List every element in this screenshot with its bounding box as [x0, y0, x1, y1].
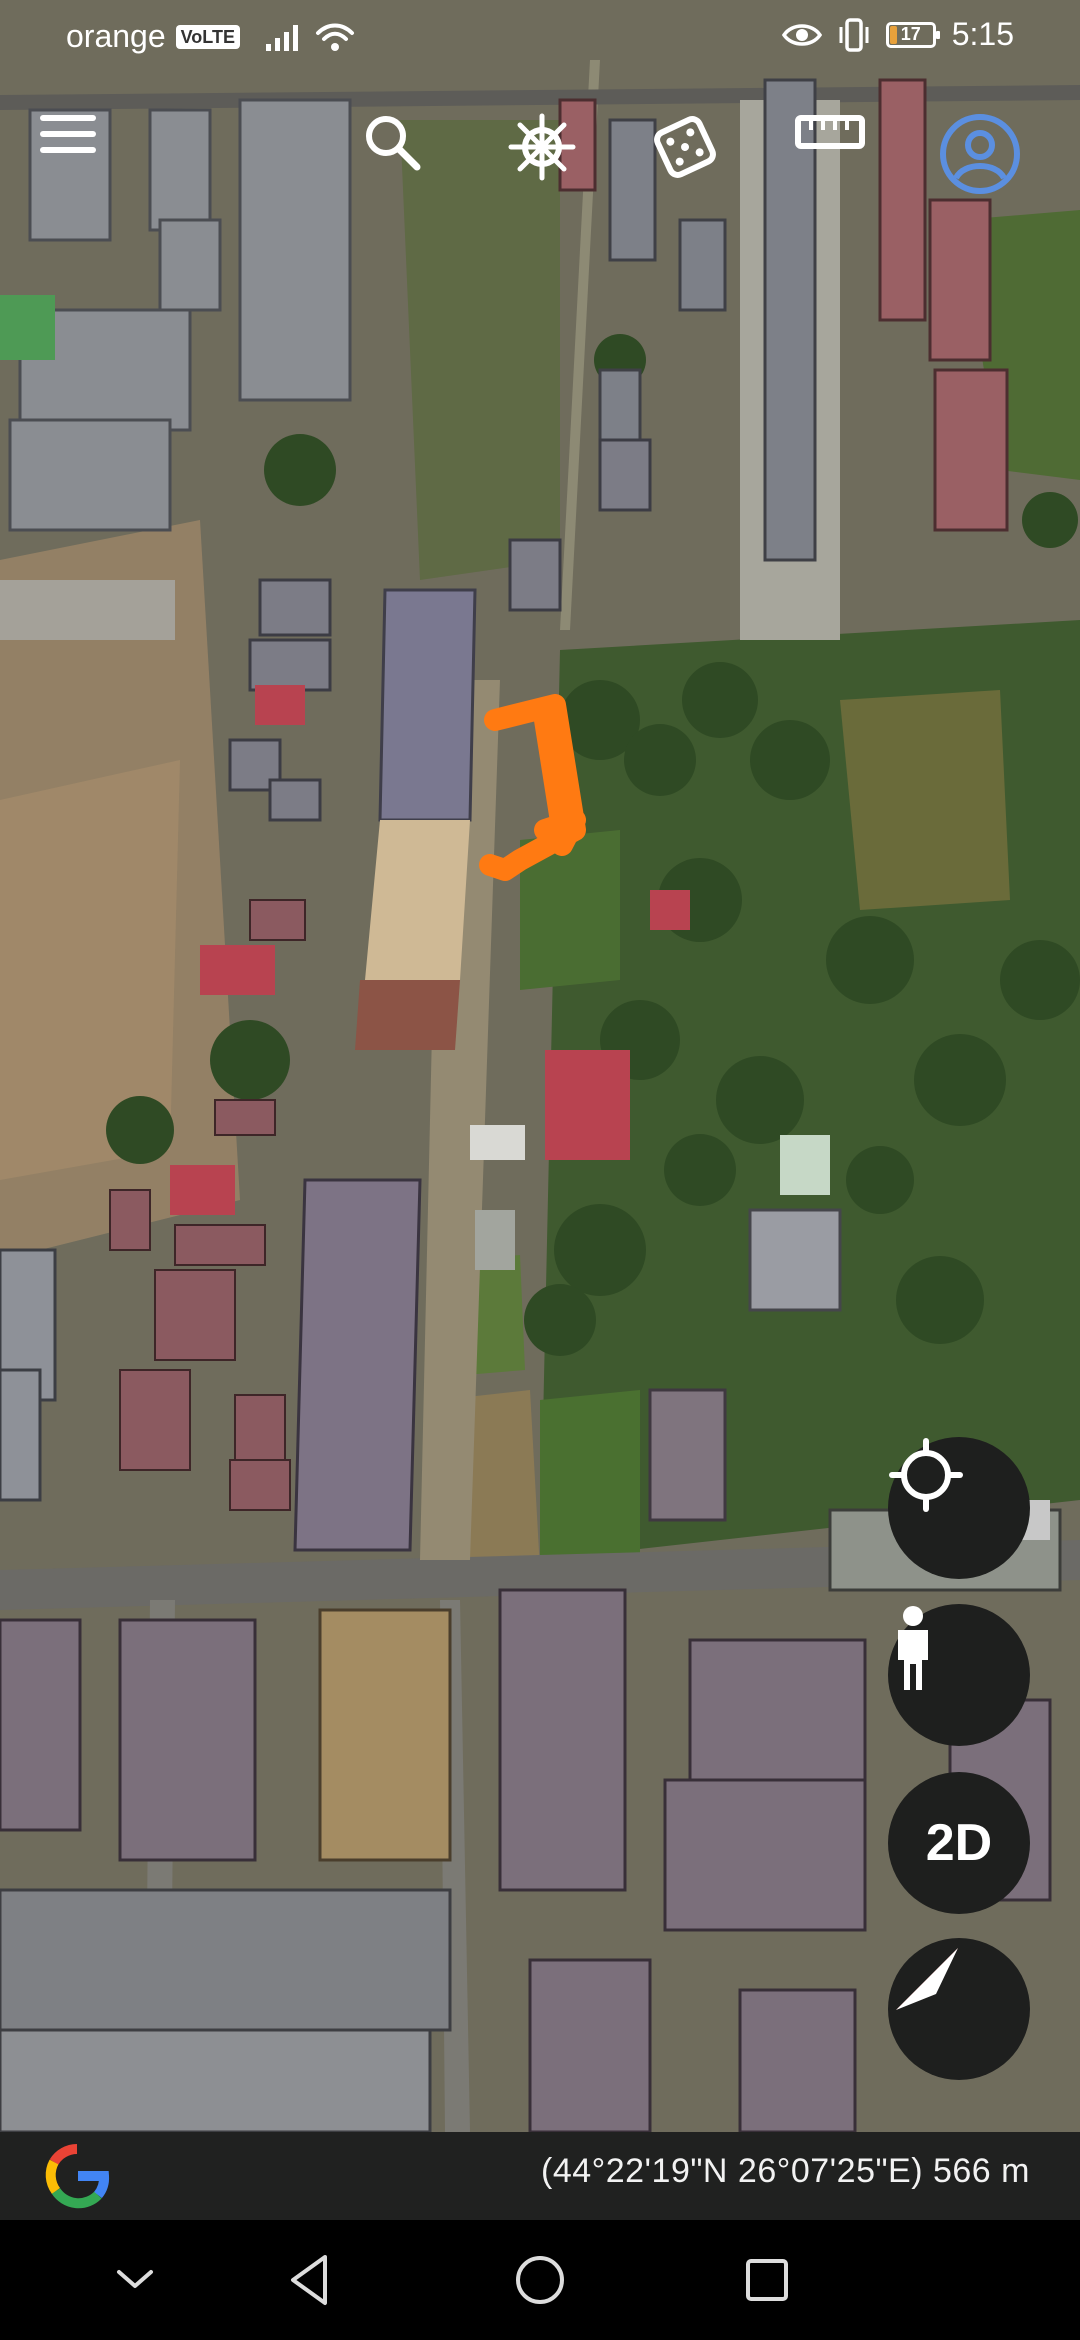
compass-icon — [896, 1948, 958, 2010]
satellite-map[interactable]: 2D — [0, 0, 1080, 2132]
battery-level: 17 — [900, 24, 921, 44]
crosshair-icon — [889, 1438, 963, 1512]
home-circle-icon[interactable] — [505, 2245, 575, 2315]
back-chevron-icon[interactable] — [100, 2245, 170, 2315]
view-mode-2d-button[interactable]: 2D — [888, 1772, 1030, 1914]
dice-icon[interactable] — [650, 112, 740, 202]
wifi-icon — [315, 23, 354, 51]
locate-button[interactable] — [888, 1437, 1030, 1579]
vibrate-icon — [839, 17, 869, 52]
view-mode-label: 2D — [925, 1814, 993, 1872]
menu-icon[interactable] — [38, 112, 128, 202]
compass-button[interactable] — [888, 1938, 1030, 2080]
google-logo — [45, 2144, 110, 2209]
pegman-icon — [898, 1606, 928, 1690]
street-view-button[interactable] — [888, 1604, 1030, 1746]
eye-icon — [781, 23, 822, 46]
ruler-icon[interactable] — [795, 112, 885, 202]
carrier-name: orange — [66, 18, 166, 54]
coordinates-readout: (44°22'19"N 26°07'25"E) 566 m — [541, 2152, 1030, 2190]
account-icon[interactable] — [938, 112, 1028, 202]
clock: 5:15 — [951, 16, 1014, 52]
back-triangle-icon[interactable] — [275, 2245, 345, 2315]
battery-icon: 17 — [885, 21, 940, 48]
signal-icon — [265, 24, 298, 51]
recents-square-icon[interactable] — [732, 2245, 802, 2315]
ship-wheel-icon[interactable] — [507, 112, 597, 202]
volte-badge: VoLTE — [175, 24, 240, 49]
search-icon[interactable] — [362, 112, 452, 202]
status-bar: orange VoLTE 17 5:15 — [0, 0, 1080, 76]
